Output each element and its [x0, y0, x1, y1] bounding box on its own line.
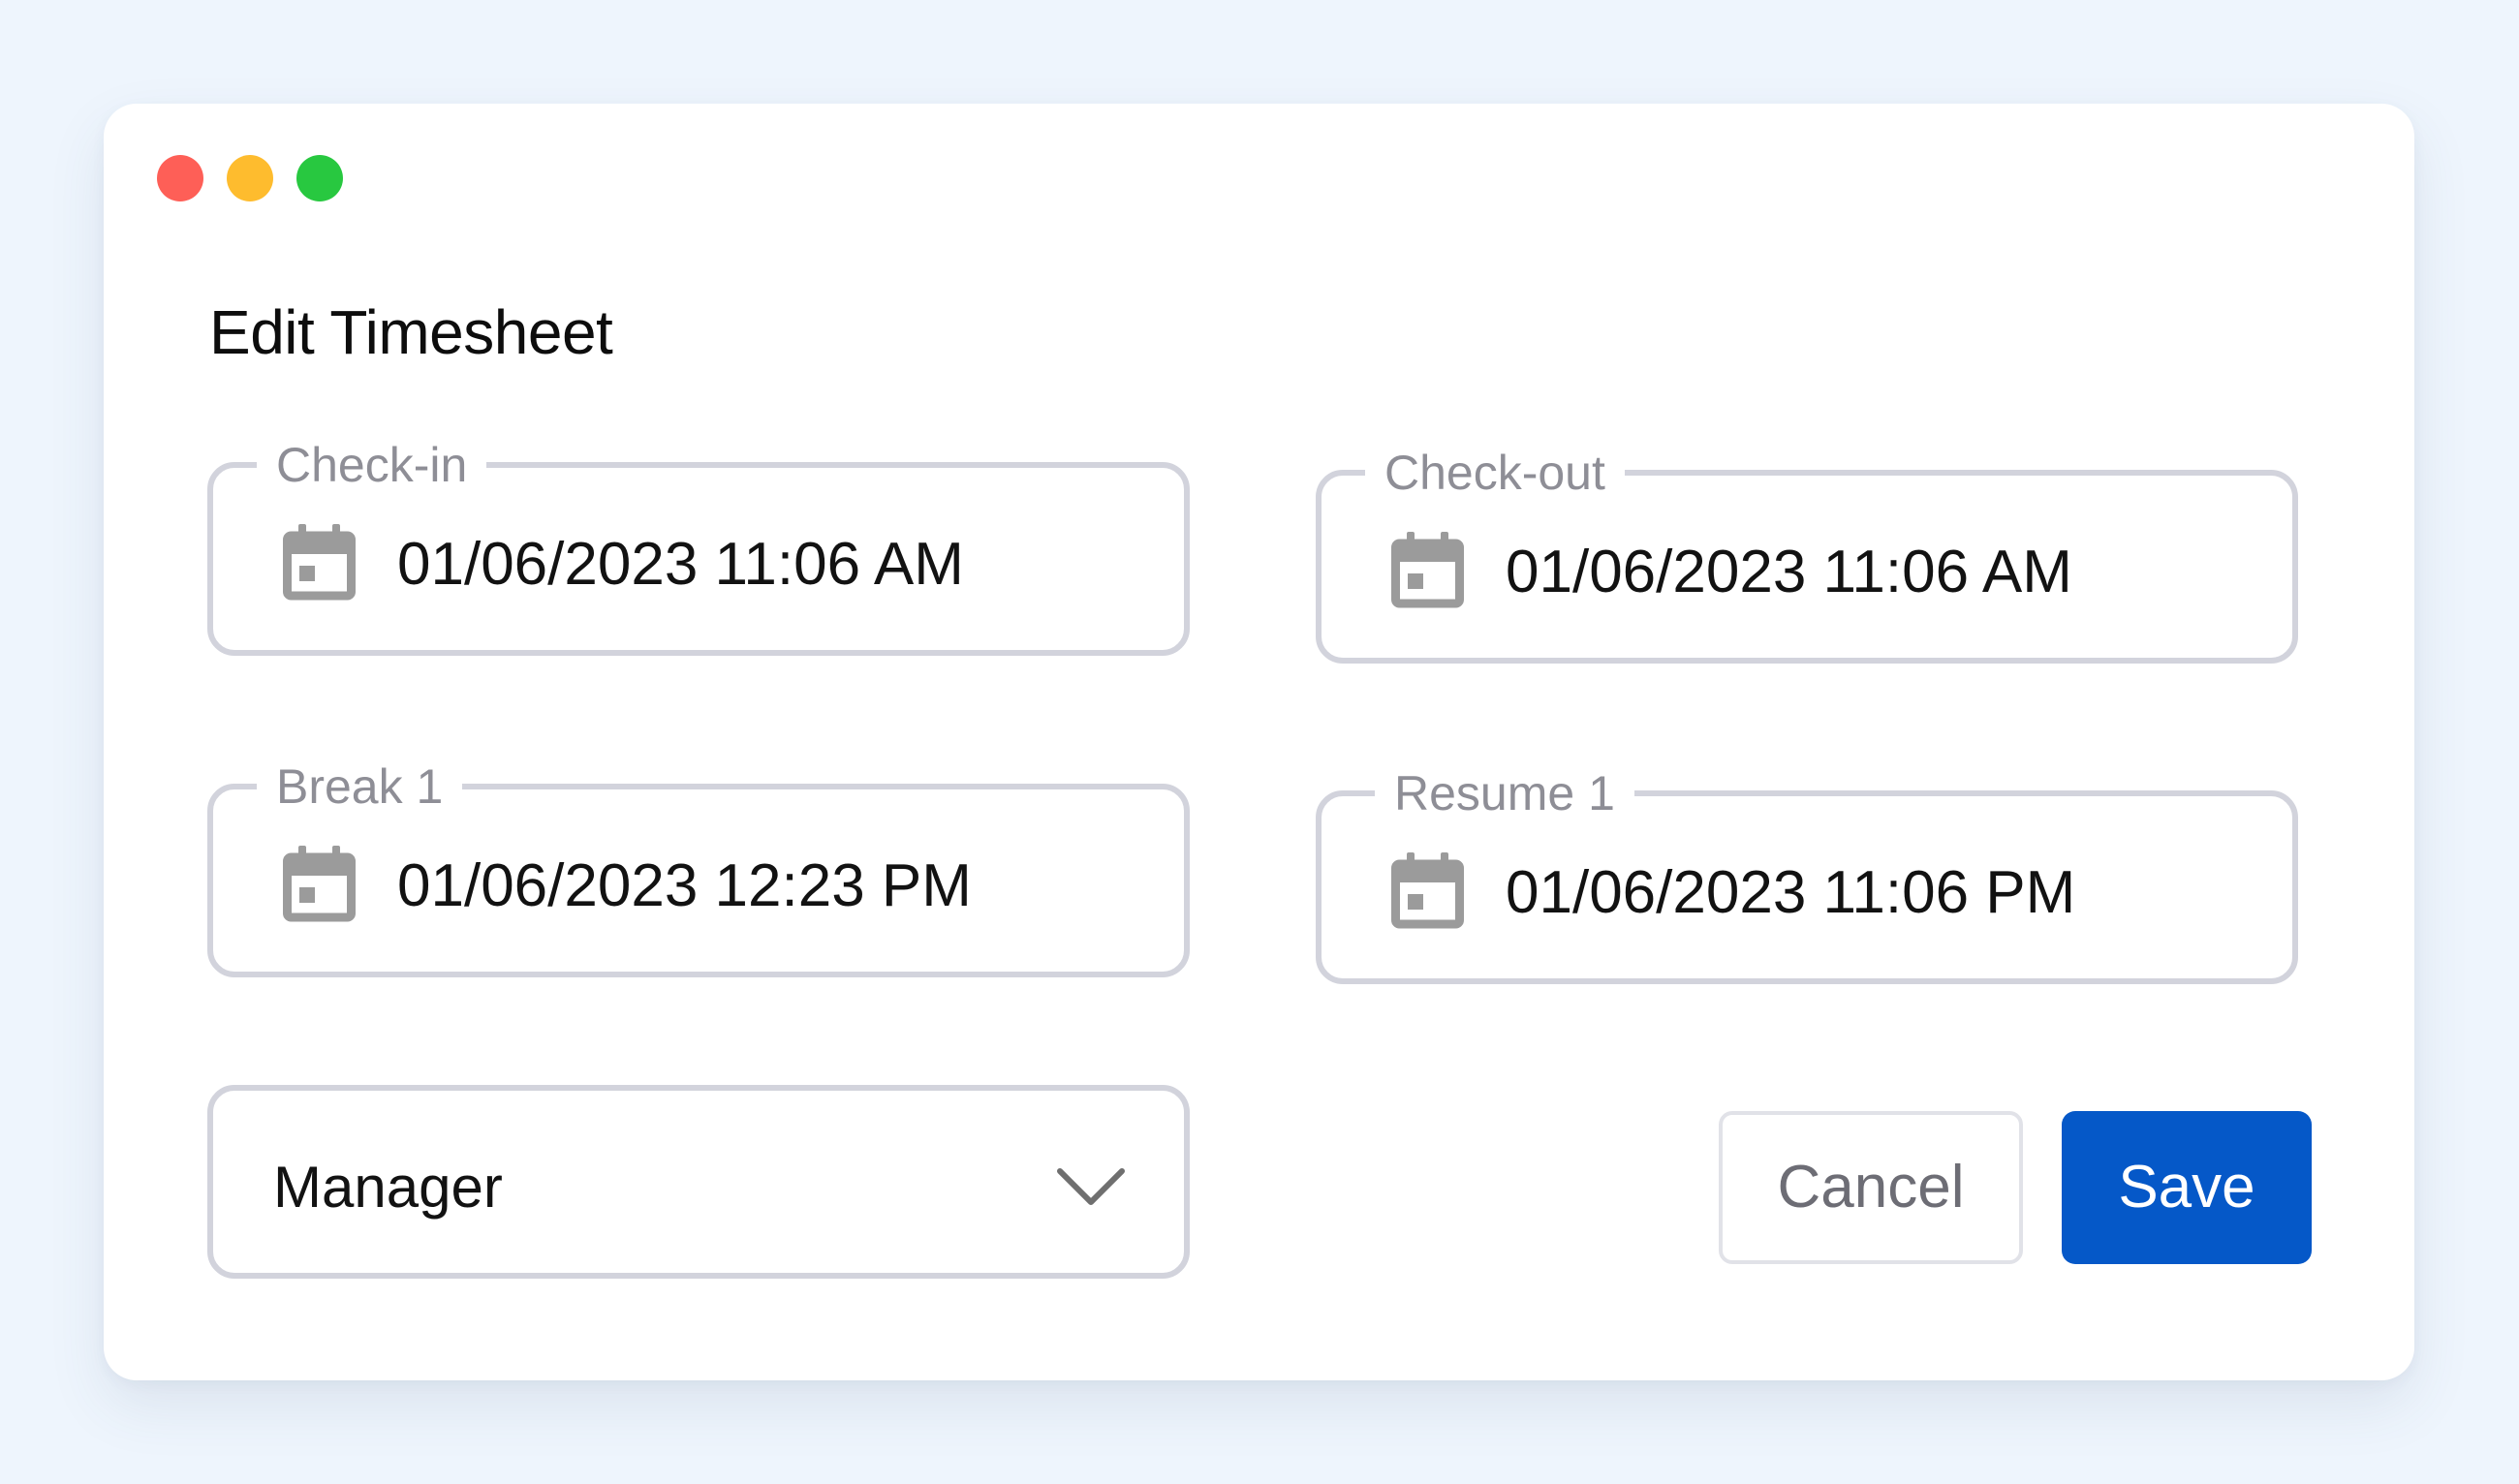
save-button[interactable]: Save: [2062, 1111, 2312, 1264]
check-in-value[interactable]: 01/06/2023 11:06 AM: [397, 530, 964, 600]
window-maximize-button[interactable]: [296, 155, 343, 201]
resume-1-value[interactable]: 01/06/2023 11:06 PM: [1506, 858, 2075, 928]
check-out-label: Check-out: [1365, 444, 1625, 502]
check-in-label: Check-in: [257, 436, 487, 494]
calendar-icon[interactable]: [1391, 531, 1464, 608]
chevron-down-icon[interactable]: [1056, 1166, 1126, 1209]
role-select-value: Manager: [273, 1155, 503, 1220]
check-out-value[interactable]: 01/06/2023 11:06 AM: [1506, 538, 2072, 607]
calendar-icon[interactable]: [1391, 851, 1464, 929]
resume-1-label: Resume 1: [1375, 764, 1634, 822]
check-in-field[interactable]: Check-in 01/06/2023 11:06 AM: [207, 436, 1190, 656]
check-out-field[interactable]: Check-out 01/06/2023 11:06 AM: [1316, 444, 2298, 664]
break-1-value[interactable]: 01/06/2023 12:23 PM: [397, 851, 972, 921]
timesheet-window: Edit Timesheet Check-in 01/06/2023 11:06…: [104, 104, 2414, 1380]
calendar-icon[interactable]: [283, 845, 356, 922]
break-1-field[interactable]: Break 1 01/06/2023 12:23 PM: [207, 757, 1190, 977]
break-1-label: Break 1: [257, 757, 463, 816]
dialog-title: Edit Timesheet: [209, 297, 613, 367]
resume-1-field[interactable]: Resume 1 01/06/2023 11:06 PM: [1316, 764, 2298, 984]
window-close-button[interactable]: [157, 155, 203, 201]
window-minimize-button[interactable]: [227, 155, 273, 201]
calendar-icon[interactable]: [283, 523, 356, 601]
cancel-button[interactable]: Cancel: [1719, 1111, 2023, 1264]
role-select[interactable]: Manager: [207, 1085, 1190, 1279]
